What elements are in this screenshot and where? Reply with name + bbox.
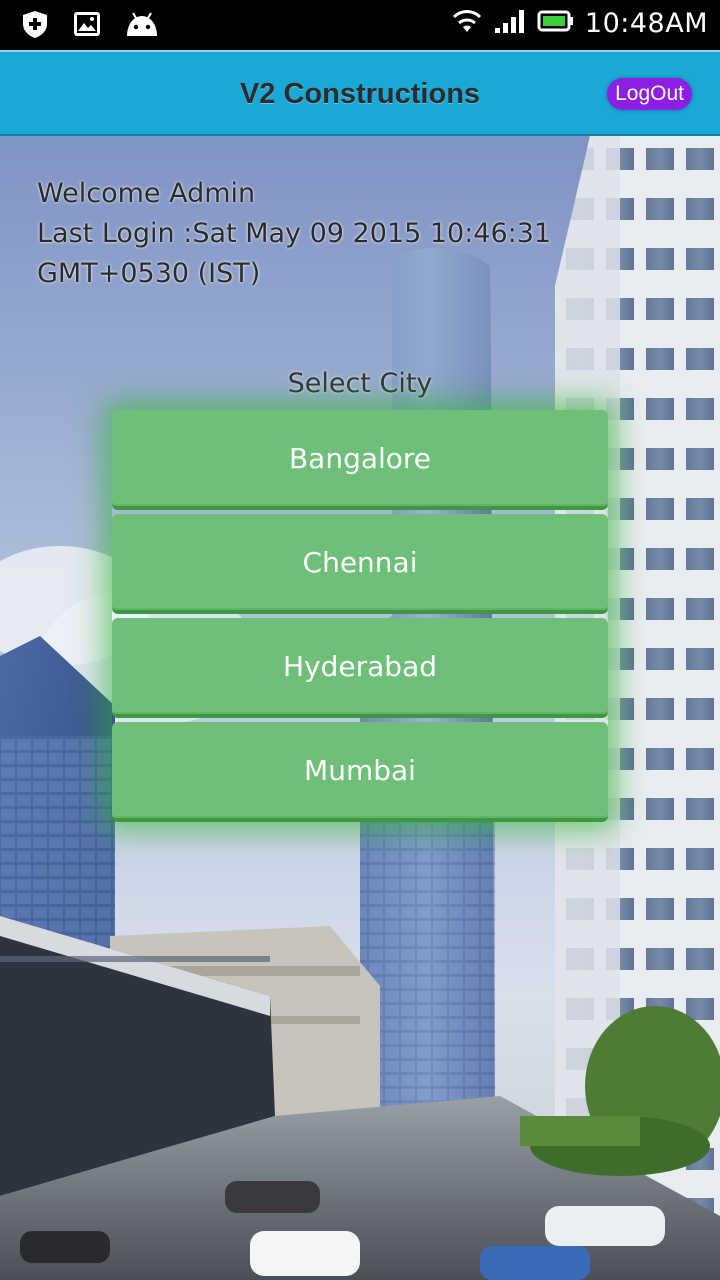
select-city-label: Select City <box>287 368 433 399</box>
status-bar: 10:48AM <box>0 0 720 50</box>
battery-icon <box>537 9 575 38</box>
image-icon <box>72 10 102 43</box>
city-button-mumbai[interactable]: Mumbai <box>112 722 608 822</box>
city-button-chennai[interactable]: Chennai <box>112 514 608 614</box>
shield-plus-icon <box>20 9 50 44</box>
last-login-text: Last Login :Sat May 09 2015 10:46:31 <box>37 218 552 249</box>
signal-icon <box>493 8 527 39</box>
city-button-hyderabad[interactable]: Hyderabad <box>112 618 608 718</box>
city-button-bangalore[interactable]: Bangalore <box>112 410 608 510</box>
wifi-icon <box>451 8 483 39</box>
welcome-info: Welcome Admin Last Login :Sat May 09 201… <box>37 174 597 294</box>
android-icon <box>124 10 160 43</box>
welcome-greeting: Welcome Admin <box>37 178 256 209</box>
last-login-timezone: GMT+0530 (IST) <box>37 258 261 289</box>
logout-button[interactable]: LogOut <box>607 78 692 110</box>
city-list: Bangalore Chennai Hyderabad Mumbai <box>112 410 608 822</box>
app-header: V2 Constructions LogOut <box>0 50 720 136</box>
clock: 10:48AM <box>584 8 708 39</box>
